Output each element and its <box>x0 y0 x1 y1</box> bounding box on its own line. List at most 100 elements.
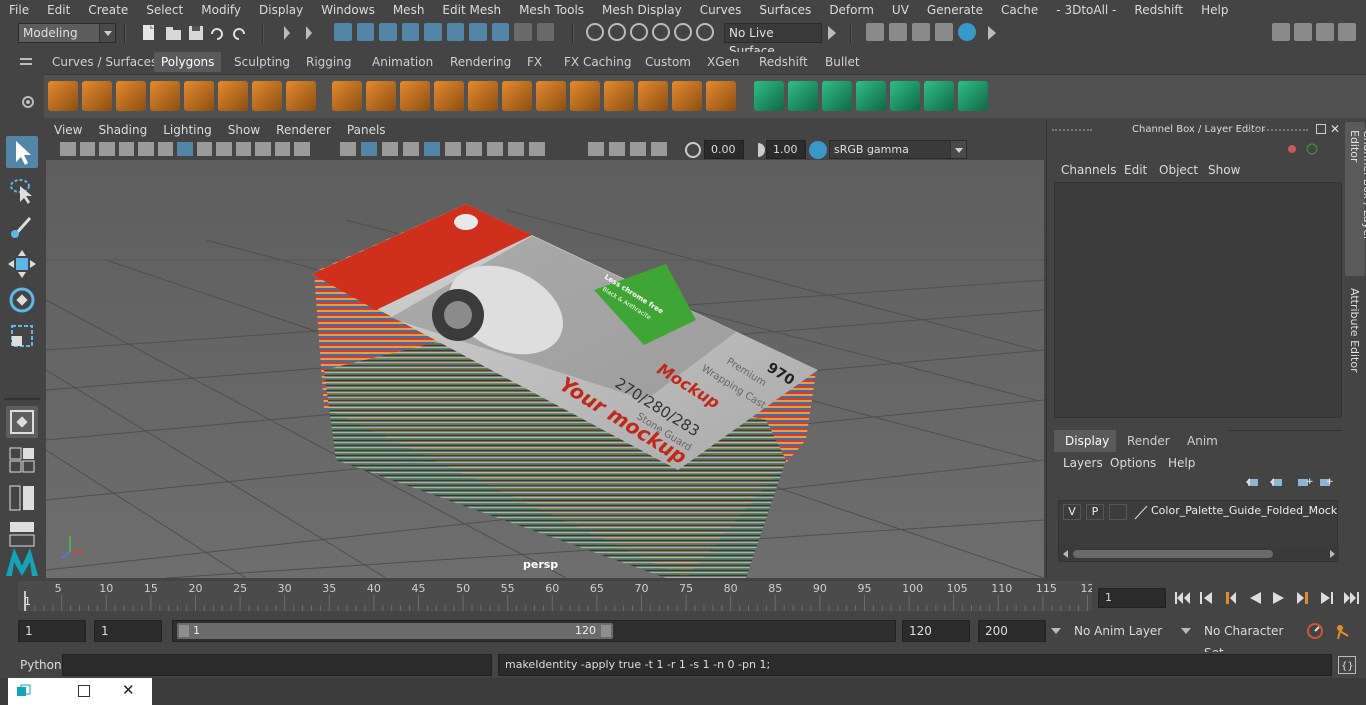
layer-row[interactable]: V P Color_Palette_Guide_Folded_Mockup <box>1061 503 1337 521</box>
layer-color-icon[interactable] <box>1133 504 1149 520</box>
command-input[interactable] <box>62 654 492 676</box>
planar-uv-icon[interactable] <box>754 81 784 111</box>
image-plane-icon[interactable] <box>118 142 135 156</box>
safe-action-icon[interactable] <box>274 142 291 156</box>
layer-menu-options[interactable]: Options <box>1110 456 1156 470</box>
live-surface-field[interactable]: No Live Surface <box>724 23 822 58</box>
shelf-menu-icon[interactable] <box>18 55 34 69</box>
shelf-tab-polygons[interactable]: Polygons <box>154 52 222 72</box>
shelf-tab-redshift[interactable]: Redshift <box>752 52 815 72</box>
range-slider-handle[interactable]: 1 120 <box>177 623 613 639</box>
panel-menu-shading[interactable]: Shading <box>90 123 155 137</box>
checker-uv-icon[interactable] <box>924 81 954 111</box>
menu-mesh[interactable]: Mesh <box>384 0 434 20</box>
anti-aliasing-icon[interactable] <box>508 142 524 156</box>
channel-box-menu-object[interactable]: Object <box>1159 163 1198 177</box>
isolate-select-icon[interactable] <box>588 142 604 156</box>
maximize-icon[interactable] <box>78 685 90 697</box>
range-start-grip[interactable] <box>179 625 189 637</box>
cone-icon[interactable] <box>150 81 180 111</box>
range-slider[interactable]: 1 120 <box>172 620 896 642</box>
drag-handle[interactable] <box>1248 129 1308 133</box>
layer-name[interactable]: Color_Palette_Guide_Folded_Mockup <box>1151 504 1337 517</box>
layer-tab-anim[interactable]: Anim <box>1176 430 1229 452</box>
layout-outliner-icon[interactable] <box>6 482 38 514</box>
color-space-dropdown[interactable]: sRGB gamma <box>829 140 967 159</box>
edge-mask-icon[interactable] <box>424 23 442 41</box>
shelf-tab-fx[interactable]: FX <box>520 52 549 72</box>
menu-3dtoall[interactable]: - 3DtoAll - <box>1047 0 1125 20</box>
range-end-grip[interactable] <box>601 625 611 637</box>
step-forward-key-icon[interactable] <box>1294 591 1312 605</box>
cube-icon[interactable] <box>82 81 112 111</box>
preferences-icon[interactable] <box>1334 622 1354 640</box>
menu-curves[interactable]: Curves <box>691 0 751 20</box>
layer-menu-help[interactable]: Help <box>1168 456 1195 470</box>
bridge-icon[interactable] <box>570 81 600 111</box>
shelf-tab-sculpting[interactable]: Sculpting <box>227 52 297 72</box>
menu-select[interactable]: Select <box>137 0 192 20</box>
render-settings-icon[interactable] <box>866 23 884 41</box>
field-chart-icon[interactable] <box>255 142 271 156</box>
drag-handle[interactable] <box>1052 129 1092 133</box>
select-object-icon[interactable] <box>356 23 374 41</box>
paint-select-tool-icon[interactable] <box>6 210 38 242</box>
attribute-editor-side-tab[interactable]: Attribute Editor <box>1345 282 1365 378</box>
safe-title-icon[interactable] <box>294 142 310 156</box>
time-slider[interactable]: 5 10 15 20 25 30 35 40 45 50 55 60 65 70 75 80 85 90 95 100… <box>18 581 1094 611</box>
go-to-end-icon[interactable] <box>1342 591 1360 605</box>
spherical-uv-icon[interactable] <box>856 81 886 111</box>
shelf-tab-rendering[interactable]: Rendering <box>443 52 518 72</box>
layout-four-icon[interactable] <box>6 444 38 476</box>
menu-surfaces[interactable]: Surfaces <box>750 0 820 20</box>
gamma-field[interactable]: 1.00 <box>766 140 806 159</box>
shadows-icon[interactable] <box>445 142 461 156</box>
render-view-icon[interactable] <box>935 23 953 41</box>
playback-start-field[interactable]: 1 <box>94 620 162 642</box>
channel-box-side-tab[interactable]: Channel Box / Layer Editor <box>1345 122 1366 276</box>
insert-edge-loop-icon[interactable] <box>706 81 736 111</box>
menu-mesh-display[interactable]: Mesh Display <box>593 0 691 20</box>
bookmark-icon[interactable] <box>99 142 115 156</box>
shelf-tab-rigging[interactable]: Rigging <box>299 52 358 72</box>
backface-culling-icon[interactable] <box>651 142 667 156</box>
mirror-icon[interactable] <box>400 81 430 111</box>
channel-box-menu-edit[interactable]: Edit <box>1124 163 1147 177</box>
uv-editor-icon[interactable] <box>890 81 920 111</box>
film-gate-icon[interactable] <box>196 142 213 156</box>
grease-pencil-icon[interactable] <box>157 142 174 156</box>
snap-point-icon[interactable] <box>630 23 648 41</box>
pipe-icon[interactable] <box>286 81 316 111</box>
menu-modify[interactable]: Modify <box>192 0 250 20</box>
wireframe-on-shaded-icon[interactable] <box>382 142 398 156</box>
shelf-tab-xgen[interactable]: XGen <box>700 52 747 72</box>
camera-attributes-icon[interactable] <box>79 142 96 156</box>
gamma-icon[interactable] <box>750 141 766 159</box>
select-hierarchy-icon[interactable] <box>334 23 352 41</box>
two-d-pan-icon[interactable] <box>138 142 154 156</box>
layer-display-type-toggle[interactable] <box>1109 504 1127 520</box>
channel-list-area[interactable] <box>1054 182 1342 418</box>
layer-menu-layers[interactable]: Layers <box>1063 456 1103 470</box>
select-tool-icon[interactable] <box>6 136 38 168</box>
motion-blur-icon[interactable] <box>487 142 503 156</box>
extrude-icon[interactable] <box>536 81 566 111</box>
snap-curve-icon[interactable] <box>608 23 626 41</box>
attribute-editor-icon[interactable] <box>1294 23 1312 41</box>
boolean-icon[interactable] <box>468 81 498 111</box>
fill-hole-icon[interactable] <box>502 81 532 111</box>
layer-tab-render[interactable]: Render <box>1116 430 1181 452</box>
panel-menu-show[interactable]: Show <box>220 123 268 137</box>
use-lights-icon[interactable] <box>424 142 440 156</box>
snap-live-icon[interactable] <box>674 23 692 41</box>
menu-edit[interactable]: Edit <box>38 0 79 20</box>
mode-dropdown[interactable]: Modeling <box>18 23 116 43</box>
menu-generate[interactable]: Generate <box>918 0 992 20</box>
face-mask-icon[interactable] <box>446 23 464 41</box>
rotate-tool-icon[interactable] <box>6 284 38 316</box>
depth-of-field-icon[interactable] <box>529 142 545 156</box>
gate-mask-icon[interactable] <box>235 142 252 156</box>
shelf-tab-curves-surfaces[interactable]: Curves / Surfaces <box>45 52 164 72</box>
torus-icon[interactable] <box>218 81 248 111</box>
separate-icon[interactable] <box>366 81 396 111</box>
